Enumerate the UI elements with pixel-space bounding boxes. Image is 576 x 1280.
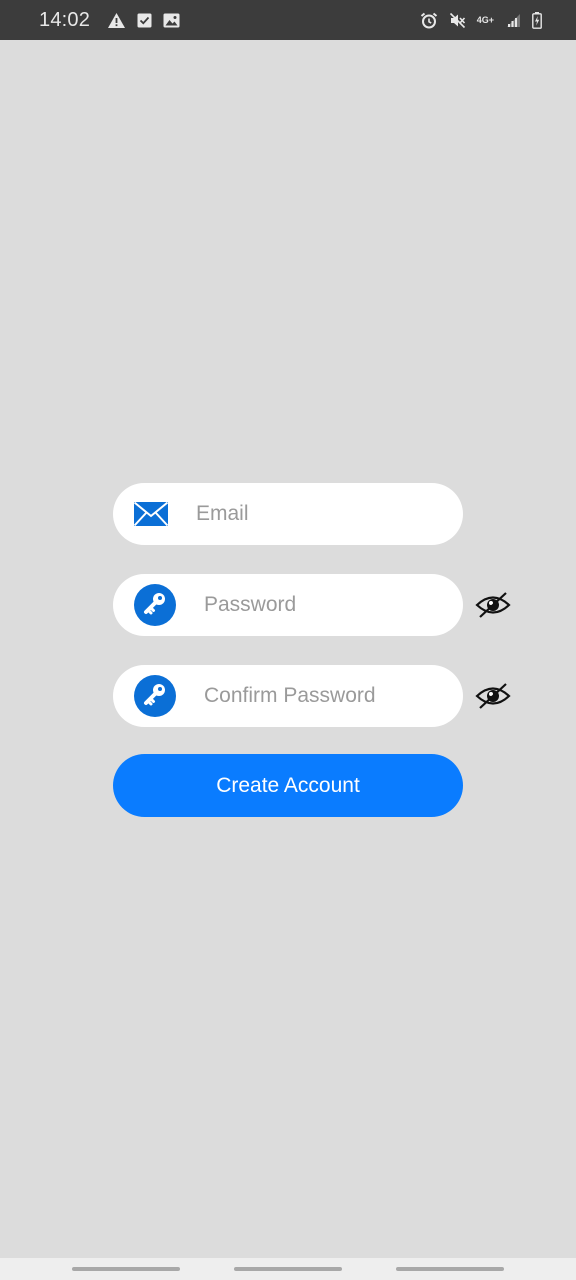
confirm-password-field (113, 665, 511, 727)
email-field (113, 483, 467, 545)
battery-charging-icon (532, 11, 542, 29)
key-icon (133, 674, 177, 718)
nav-back-handle[interactable] (396, 1267, 504, 1271)
mail-icon (133, 492, 169, 536)
status-left: 14:02 (39, 9, 180, 32)
nav-recents-handle[interactable] (72, 1267, 180, 1271)
status-bar: 14:02 4G+ (0, 0, 576, 40)
checkbox-icon (137, 13, 152, 28)
create-account-form: Create Account (113, 483, 511, 817)
eye-off-icon (475, 592, 511, 618)
password-visibility-toggle[interactable] (475, 585, 511, 625)
password-field (113, 574, 511, 636)
password-input[interactable] (204, 585, 475, 625)
warning-icon (107, 12, 126, 29)
clock: 14:02 (39, 8, 91, 31)
image-icon (163, 13, 180, 28)
confirm-password-input[interactable] (204, 676, 475, 716)
key-icon (133, 583, 177, 627)
navigation-bar (0, 1258, 576, 1280)
alarm-icon (420, 12, 438, 29)
network-label: 4G+ (476, 14, 494, 25)
mute-icon (449, 12, 466, 29)
nav-home-handle[interactable] (234, 1267, 342, 1271)
create-account-button[interactable]: Create Account (113, 754, 463, 817)
network-4g-icon: 4G+ (476, 14, 494, 25)
eye-off-icon (475, 683, 511, 709)
signal-icon (505, 13, 521, 28)
email-input[interactable] (196, 494, 467, 534)
confirm-password-visibility-toggle[interactable] (475, 676, 511, 716)
status-right: 4G+ (420, 11, 542, 29)
